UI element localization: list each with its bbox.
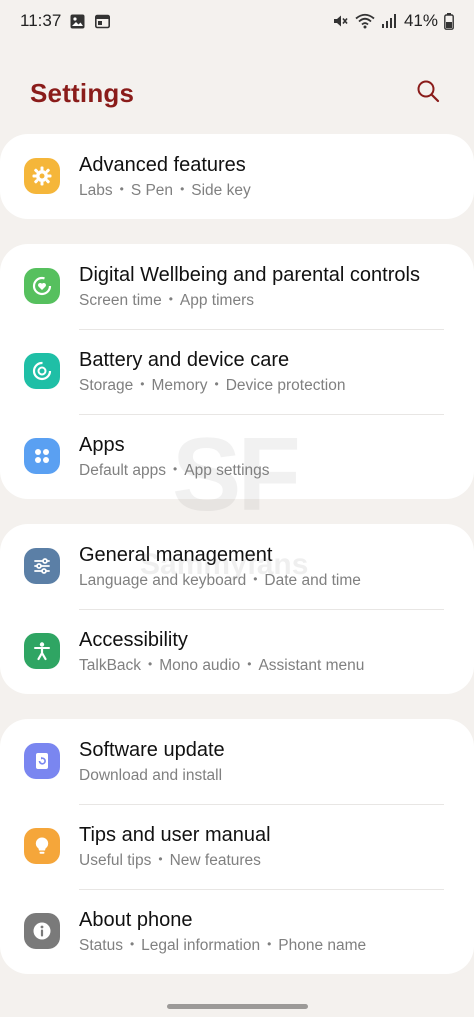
subtitle-part: TalkBack (79, 657, 142, 674)
search-button[interactable] (410, 75, 446, 111)
settings-item-advanced-features[interactable]: Advanced features Labs • S Pen • Side key (0, 134, 474, 219)
settings-item-tips-user-manual[interactable]: Tips and user manual Useful tips • New fea… (0, 804, 474, 889)
subtitle-part: Status (79, 937, 123, 954)
status-left: 11:37 (20, 11, 111, 31)
settings-group-2: Digital Wellbeing and parental controls … (0, 244, 474, 499)
row-text: Digital Wellbeing and parental controls … (79, 262, 454, 312)
digital-wellbeing-icon (24, 268, 60, 304)
row-text: About phone Status • Legal information • Pho… (79, 907, 454, 957)
row-subtitle: Language and keyboard • Date and time (79, 572, 361, 589)
battery-percent: 41% (403, 11, 438, 30)
subtitle-part: Assistant menu (258, 657, 365, 674)
row-title: Software update (79, 739, 225, 761)
status-right: 41% (332, 11, 454, 31)
row-title: Digital Wellbeing and parental controls (79, 264, 420, 286)
row-title: Advanced features (79, 154, 246, 176)
row-title: General management (79, 544, 273, 566)
subtitle-part: Download and install (79, 767, 223, 784)
row-subtitle: Download and install (79, 765, 454, 787)
header: Settings (0, 62, 474, 124)
gallery-notification-icon (69, 13, 86, 30)
subtitle-part: Labs (79, 182, 113, 199)
navigation-handle[interactable] (167, 1004, 308, 1009)
apps-icon (24, 438, 60, 474)
settings-group-4: Software update Download and install Tip… (0, 719, 474, 974)
subtitle-part: Side key (191, 182, 251, 199)
battery-icon (444, 12, 454, 30)
subtitle-part: Screen time (79, 292, 162, 309)
subtitle-part: App timers (179, 292, 254, 309)
subtitle-part: Useful tips (79, 852, 152, 869)
row-title: About phone (79, 909, 193, 931)
settings-item-general-management[interactable]: General management Language and keyboard… (0, 524, 474, 609)
row-text: General management Language and keyboard… (79, 542, 454, 592)
mute-icon (332, 13, 349, 30)
subtitle-part: Date and time (264, 572, 361, 589)
subtitle-part: Language and keyboard (79, 572, 247, 589)
advanced-features-icon (24, 158, 60, 194)
status-time: 11:37 (20, 11, 62, 30)
row-subtitle: TalkBack • Mono audio • Assistant menu (79, 657, 365, 674)
subtitle-part: S Pen (130, 182, 174, 199)
row-text: Accessibility TalkBack • Mono audio • Assist… (79, 627, 454, 677)
about-phone-icon (24, 913, 60, 949)
subtitle-part: App settings (184, 462, 270, 479)
row-text: Tips and user manual Useful tips • New fea… (79, 822, 454, 872)
settings-group-1: Advanced features Labs • S Pen • Side key (0, 134, 474, 219)
software-update-icon (24, 743, 60, 779)
row-subtitle: Default apps • App settings (79, 462, 270, 479)
row-subtitle: Screen time • App timers (79, 292, 254, 309)
status-bar: 11:37 41% (0, 0, 474, 42)
subtitle-part: Default apps (79, 462, 167, 479)
subtitle-part: Device protection (225, 377, 346, 394)
row-title: Tips and user manual (79, 824, 271, 846)
row-text: Battery and device care Storage • Memory • D… (79, 347, 454, 397)
row-text: Advanced features Labs • S Pen • Side key (79, 152, 454, 202)
tips-icon (24, 828, 60, 864)
row-text: Apps Default apps • App settings (79, 432, 454, 482)
settings-item-digital-wellbeing[interactable]: Digital Wellbeing and parental controls … (0, 244, 474, 329)
row-text: Software update Download and install (79, 737, 454, 787)
subtitle-part: Memory (151, 377, 208, 394)
settings-item-about-phone[interactable]: About phone Status • Legal information • Pho… (0, 889, 474, 974)
settings-item-software-update[interactable]: Software update Download and install (0, 719, 474, 804)
wifi-icon (355, 13, 375, 30)
subtitle-part: Mono audio (159, 657, 241, 674)
page-title: Settings (30, 77, 135, 108)
settings-item-apps[interactable]: Apps Default apps • App settings (0, 414, 474, 499)
accessibility-icon (24, 633, 60, 669)
row-subtitle: Storage • Memory • Device protection (79, 377, 346, 394)
row-title: Battery and device care (79, 349, 290, 371)
row-subtitle: Useful tips • New features (79, 852, 261, 869)
settings-item-accessibility[interactable]: Accessibility TalkBack • Mono audio • Assist… (0, 609, 474, 694)
subtitle-part: Phone name (278, 937, 367, 954)
device-care-icon (24, 353, 60, 389)
settings-group-3: General management Language and keyboard… (0, 524, 474, 694)
calendar-notification-icon (94, 13, 111, 30)
signal-icon (381, 13, 398, 30)
row-title: Apps (79, 434, 125, 456)
settings-item-battery-device-care[interactable]: Battery and device care Storage • Memory • D… (0, 329, 474, 414)
search-icon (416, 79, 440, 108)
general-management-icon (24, 548, 60, 584)
subtitle-part: New features (169, 852, 261, 869)
row-subtitle: Status • Legal information • Phone name (79, 937, 367, 954)
row-subtitle: Labs • S Pen • Side key (79, 182, 251, 199)
subtitle-part: Legal information (141, 937, 261, 954)
row-title: Accessibility (79, 629, 188, 651)
subtitle-part: Storage (79, 377, 134, 394)
